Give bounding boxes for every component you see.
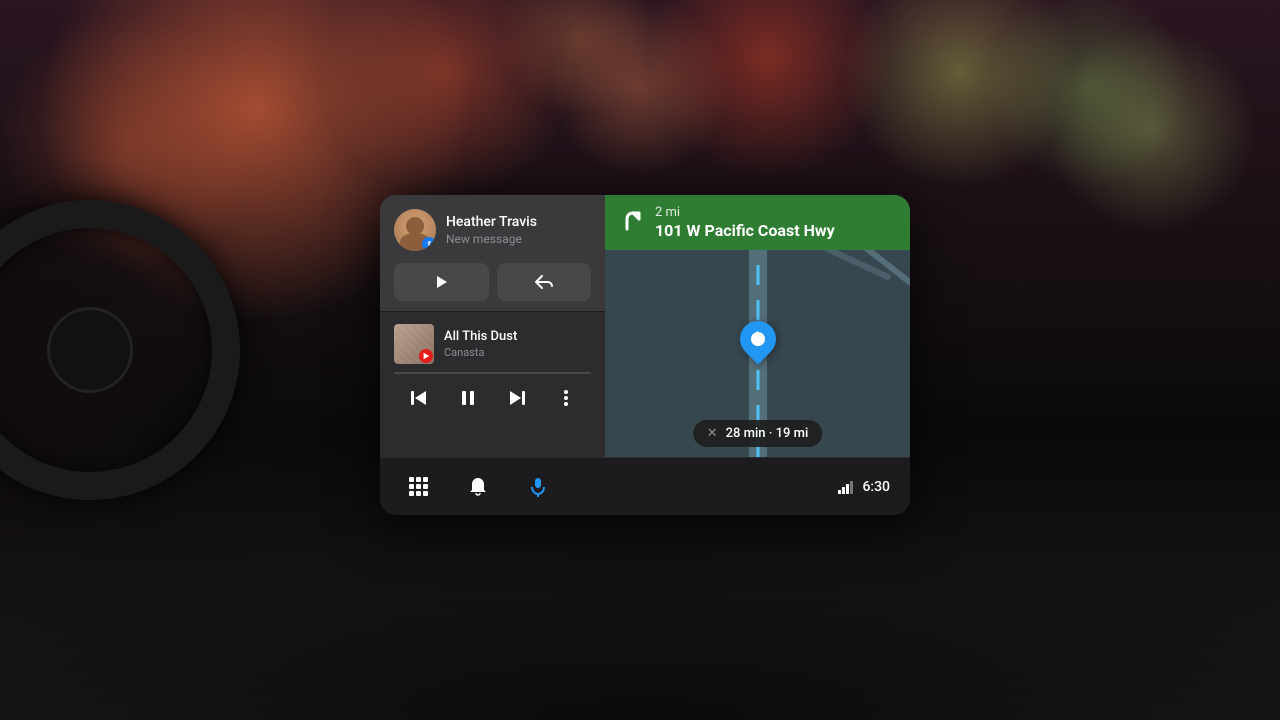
- music-controls: [394, 382, 591, 414]
- music-card: All This Dust Canasta: [380, 311, 605, 457]
- more-options-button[interactable]: [550, 382, 582, 414]
- notification-card: f Heather Travis New message: [380, 195, 605, 311]
- music-info: All This Dust Canasta: [444, 329, 591, 360]
- avatar: f: [394, 209, 436, 251]
- nav-distance: 2 mi: [655, 205, 896, 221]
- map-panel: 2 mi 101 W Pacific Coast Hwy ▲: [605, 195, 910, 457]
- location-marker: ▲: [740, 321, 776, 357]
- microphone-button[interactable]: [520, 469, 556, 505]
- music-header: All This Dust Canasta: [394, 324, 591, 364]
- progress-bar: [394, 372, 591, 374]
- signal-icon: [838, 480, 856, 494]
- turn-icon: [619, 209, 645, 235]
- notification-text: Heather Travis New message: [446, 214, 591, 247]
- messenger-badge: f: [422, 237, 436, 251]
- notification-header: f Heather Travis New message: [394, 209, 591, 251]
- sender-name: Heather Travis: [446, 214, 591, 231]
- clock: 6:30: [862, 479, 890, 495]
- next-track-button[interactable]: [501, 382, 533, 414]
- music-artist: Canasta: [444, 346, 591, 359]
- album-art: [394, 324, 434, 364]
- notifications-button[interactable]: [460, 469, 496, 505]
- android-auto-screen: f Heather Travis New message: [380, 195, 910, 515]
- prev-track-button[interactable]: [403, 382, 435, 414]
- left-panel: f Heather Travis New message: [380, 195, 605, 457]
- grid-icon: [409, 477, 428, 496]
- notification-subtitle: New message: [446, 232, 591, 246]
- notification-actions: [394, 263, 591, 301]
- music-title: All This Dust: [444, 329, 591, 345]
- bell-icon: [467, 476, 489, 498]
- play-button[interactable]: [394, 263, 489, 301]
- nav-street: 101 W Pacific Coast Hwy: [655, 221, 896, 240]
- bottom-bar-left: [400, 469, 556, 505]
- bottom-bar: 6:30: [380, 457, 910, 515]
- screen-main: f Heather Travis New message: [380, 195, 910, 457]
- eta-pill: ✕ 28 min · 19 mi: [693, 420, 823, 447]
- eta-close-button[interactable]: ✕: [707, 426, 718, 441]
- youtube-music-badge: [419, 349, 433, 363]
- eta-text: 28 min · 19 mi: [726, 426, 809, 441]
- status-area: 6:30: [838, 479, 890, 495]
- pause-button[interactable]: [452, 382, 484, 414]
- mic-icon: [527, 476, 549, 498]
- navigation-info: 2 mi 101 W Pacific Coast Hwy: [655, 205, 896, 240]
- reply-button[interactable]: [497, 263, 592, 301]
- navigation-banner: 2 mi 101 W Pacific Coast Hwy: [605, 195, 910, 250]
- nav-arrow: ▲: [750, 325, 766, 345]
- apps-button[interactable]: [400, 469, 436, 505]
